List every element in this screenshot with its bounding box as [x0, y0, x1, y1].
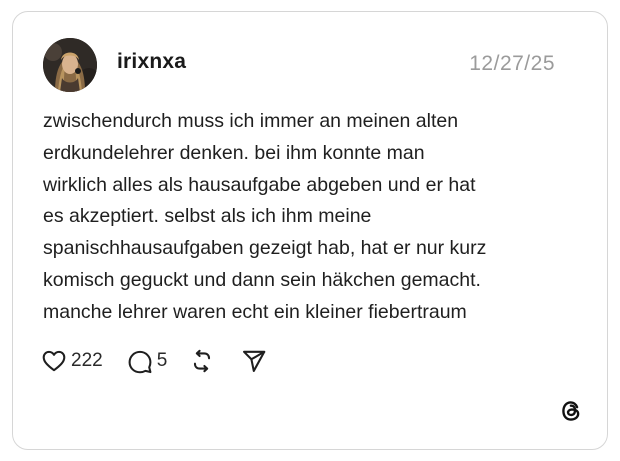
post-text-line: komisch geguckt und dann sein häkchen ge… [43, 268, 481, 291]
post-text-line: manche lehrer waren echt ein kleiner fie… [43, 300, 467, 323]
reply-button[interactable]: 5 [127, 348, 168, 374]
reply-count: 5 [156, 350, 168, 371]
repost-button[interactable] [189, 348, 215, 374]
post-card: irixnxa 12/27/25 zwischendurch muss ich … [12, 11, 608, 450]
post-date: 12/27/25 [469, 52, 555, 75]
post-text-line: erdkundelehrer denken. bei ihm konnte ma… [43, 141, 425, 164]
avatar-image [43, 38, 97, 92]
post-text-line: wirklich alles als hausaufgabe abgeben u… [43, 173, 476, 196]
send-icon [243, 350, 266, 372]
avatar[interactable] [43, 38, 97, 92]
post-text-line: es akzeptiert. selbst als ich ihm meine [43, 205, 372, 228]
heart-icon [42, 350, 66, 372]
threads-logo-icon [558, 398, 584, 424]
post-text-line: zwischendurch muss ich immer an meinen a… [43, 110, 459, 132]
post-body: zwischendurch muss ich immer an meinen a… [43, 106, 573, 329]
speech-bubble-icon [128, 350, 152, 374]
repost-icon [194, 349, 211, 373]
action-bar: 222 5 [41, 346, 267, 376]
post-text-line: spanischhausaufgaben gezeigt hab, hat er… [43, 237, 487, 260]
username[interactable]: irixnxa [117, 50, 186, 74]
share-button[interactable] [241, 348, 267, 374]
like-count: 222 [71, 350, 103, 371]
like-button[interactable]: 222 [41, 348, 103, 374]
